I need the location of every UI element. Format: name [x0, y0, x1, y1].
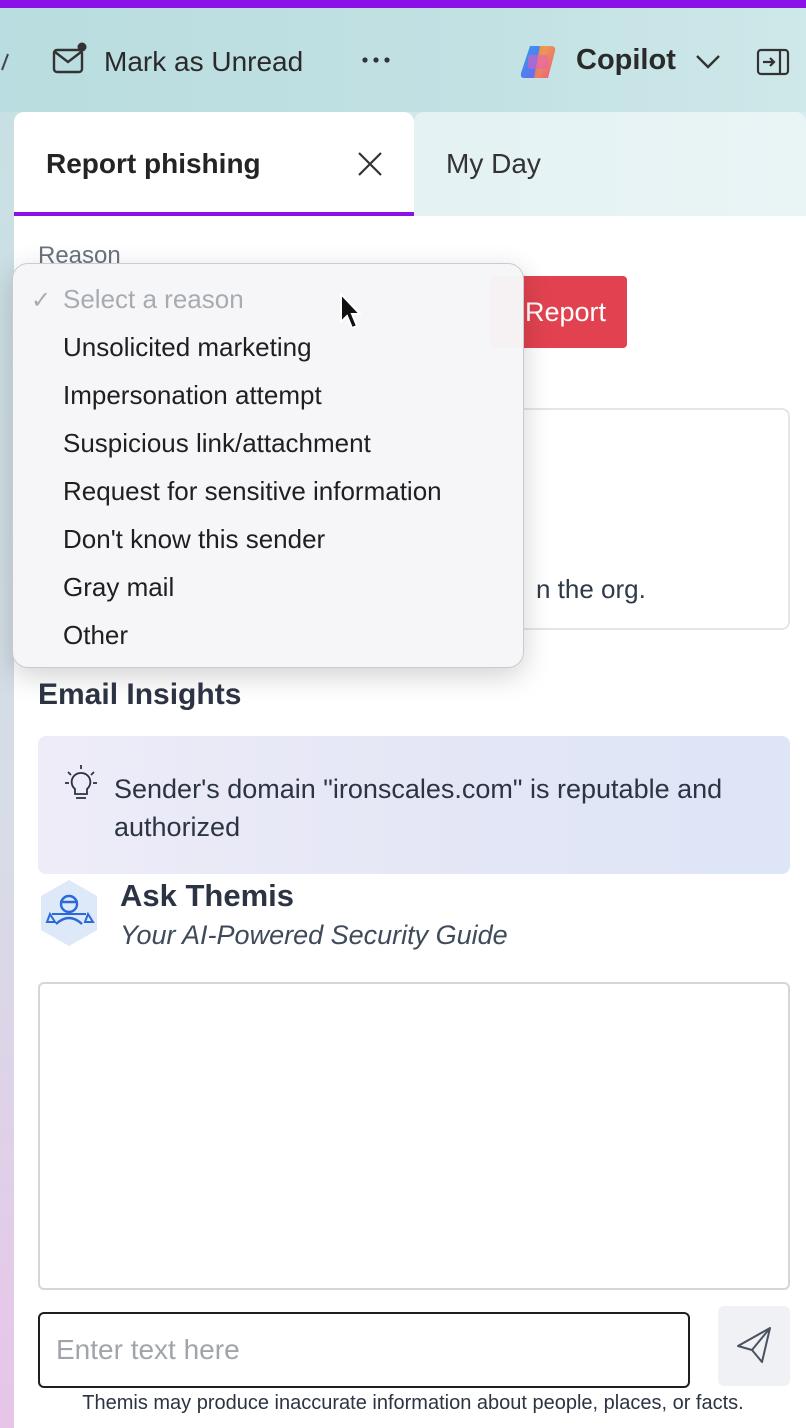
- close-icon[interactable]: [356, 150, 384, 178]
- chat-history-area[interactable]: [38, 982, 790, 1290]
- dropdown-option[interactable]: Request for sensitive information: [63, 476, 442, 507]
- dropdown-option[interactable]: Unsolicited marketing: [63, 332, 312, 363]
- disclaimer-text: Themis may produce inaccurate informatio…: [82, 1392, 744, 1414]
- send-icon: [737, 1327, 771, 1363]
- info-card-text: n the org.: [536, 574, 646, 604]
- tab-my-day[interactable]: My Day: [414, 112, 806, 216]
- ask-themis-subtitle: Your AI-Powered Security Guide: [120, 920, 508, 950]
- send-button[interactable]: [718, 1306, 790, 1386]
- chevron-down-icon[interactable]: [694, 52, 722, 70]
- ask-themis-heading: Ask Themis: [120, 878, 295, 913]
- dropdown-option[interactable]: Impersonation attempt: [63, 380, 322, 411]
- insight-text: Sender's domain "ironscales.com" is repu…: [114, 774, 723, 842]
- insight-card: Sender's domain "ironscales.com" is repu…: [38, 736, 790, 874]
- info-card: n the org.: [500, 408, 790, 630]
- dropdown-option[interactable]: Other: [63, 620, 128, 651]
- copilot-logo[interactable]: [518, 42, 558, 82]
- reason-dropdown-menu[interactable]: ✓ Select a reason Unsolicited marketing …: [12, 263, 524, 668]
- lightbulb-icon: [65, 765, 97, 799]
- toolbar: Mark as Unread Copilot: [0, 8, 806, 112]
- chevron-left-icon[interactable]: [0, 52, 10, 72]
- email-insights-heading: Email Insights: [38, 678, 242, 711]
- mail-unread-icon[interactable]: [52, 42, 88, 76]
- dropdown-option[interactable]: Don't know this sender: [63, 524, 325, 555]
- more-icon[interactable]: [360, 52, 392, 68]
- dropdown-option[interactable]: Select a reason: [63, 284, 244, 315]
- mouse-cursor-icon: [340, 292, 363, 330]
- chat-input[interactable]: [38, 1312, 690, 1388]
- tab-label: Report phishing: [46, 148, 261, 179]
- top-accent-bar: [0, 0, 806, 8]
- dropdown-option[interactable]: Suspicious link/attachment: [63, 428, 371, 459]
- tab-report-phishing[interactable]: Report phishing: [14, 112, 414, 216]
- open-pane-icon[interactable]: [756, 48, 790, 76]
- tab-label: My Day: [446, 148, 541, 179]
- themis-avatar-icon: [41, 880, 97, 946]
- dropdown-option[interactable]: Gray mail: [63, 572, 174, 603]
- copilot-button[interactable]: Copilot: [576, 44, 676, 77]
- mark-as-unread-button[interactable]: Mark as Unread: [104, 46, 303, 78]
- checkmark-icon: ✓: [31, 287, 52, 314]
